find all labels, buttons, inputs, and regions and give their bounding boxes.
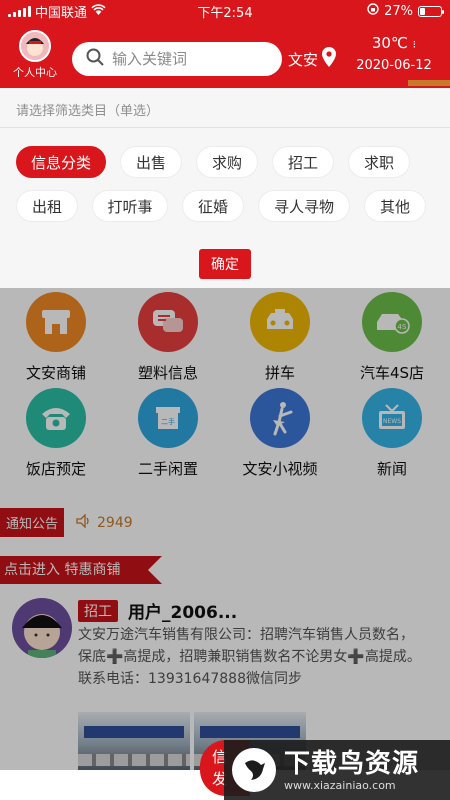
news-tv-icon: NEWS — [362, 388, 422, 448]
notice-count: 2949 — [76, 512, 133, 532]
speaker-icon — [76, 512, 92, 532]
grid-item-restaurant[interactable]: 饭店预定 — [0, 388, 112, 479]
weather-icon: ⁝ — [412, 38, 417, 51]
main-content: 文安商铺 塑料信息 拼车 4S 汽车4S店 饭店预定 二手 二手闲置 文安小视频… — [0, 288, 450, 770]
grid-label-restaurant: 饭店预定 — [25, 460, 86, 478]
filter-panel: 请选择筛选类目（单选） 信息分类 出售 求购 招工 求职 出租 打听事 征婚 寻… — [0, 88, 450, 288]
search-icon — [86, 48, 104, 70]
weather-temperature: 30℃ ⁝ — [371, 34, 417, 52]
notice-count-value: 2949 — [97, 514, 133, 531]
promo-banner[interactable]: 点击进入 特惠商铺 — [0, 556, 162, 584]
grid-label-shops: 文安商铺 — [25, 364, 86, 382]
app-header: 个人中心 文安 30℃ ⁝ 2020-06-12 — [0, 22, 450, 88]
filter-chip-lost-found[interactable]: 寻人寻物 — [258, 190, 350, 222]
filter-chip-marriage[interactable]: 征婚 — [182, 190, 244, 222]
grid-label-short-video: 文安小视频 — [242, 460, 318, 478]
svg-text:二手: 二手 — [161, 417, 175, 426]
filter-chip-inquiry[interactable]: 打听事 — [92, 190, 168, 222]
grid-label-carpool: 拼车 — [264, 364, 295, 382]
wifi-icon — [91, 4, 106, 18]
signal-icon — [8, 5, 31, 17]
post-avatar — [12, 598, 72, 658]
grid-item-short-video[interactable]: 文安小视频 — [224, 388, 336, 479]
city-name: 文安 — [288, 50, 319, 69]
secondhand-box-icon: 二手 — [138, 388, 198, 448]
filter-chip-other[interactable]: 其他 — [364, 190, 426, 222]
confirm-button[interactable]: 确定 — [199, 249, 251, 279]
city-selector[interactable]: 文安 — [288, 47, 337, 71]
battery-percent: 27% — [384, 3, 413, 19]
grid-item-car-4s[interactable]: 4S 汽车4S店 — [336, 292, 448, 383]
filter-chip-info-category[interactable]: 信息分类 — [16, 146, 106, 178]
status-right: 27% — [367, 3, 444, 19]
filter-chip-job-seek[interactable]: 求职 — [348, 146, 410, 178]
grid-item-plastics[interactable]: 塑料信息 — [112, 292, 224, 383]
grid-label-car-4s: 汽车4S店 — [359, 364, 425, 382]
post-content: 文安万途汽车销售有限公司：招聘汽车销售人员数名，保底➕高提成，招聘兼职销售数名不… — [78, 627, 421, 687]
location-pin-icon — [322, 47, 337, 71]
notice-tag: 通知公告 — [0, 508, 65, 537]
notice-bar[interactable]: 通知公告 2949 — [0, 508, 133, 537]
bird-logo-icon — [232, 748, 276, 792]
avatar — [19, 30, 51, 62]
chat-bubble-icon — [138, 292, 198, 352]
grid-item-news[interactable]: NEWS 新闻 — [336, 388, 448, 479]
post-image[interactable] — [78, 712, 190, 770]
svg-text:4S: 4S — [398, 323, 407, 331]
search-box[interactable] — [72, 42, 282, 76]
filter-row-2: 出租 打听事 征婚 寻人寻物 其他 — [0, 190, 450, 222]
search-input[interactable] — [112, 50, 262, 68]
grid-label-news: 新闻 — [376, 460, 407, 478]
watermark-text: 下载鸟资源 www.xiazainiao.com — [284, 749, 419, 792]
car-4s-icon: 4S — [362, 292, 422, 352]
taxi-icon — [250, 292, 310, 352]
rotation-lock-icon — [367, 3, 379, 19]
status-left: 中国联通 — [8, 2, 367, 21]
filter-chip-rent[interactable]: 出租 — [16, 190, 78, 222]
battery-icon — [418, 5, 444, 17]
weather-widget: 30℃ ⁝ 2020-06-12 — [342, 34, 446, 73]
grid-label-plastics: 塑料信息 — [137, 364, 198, 382]
svg-text:NEWS: NEWS — [383, 418, 401, 425]
filter-chip-sell[interactable]: 出售 — [120, 146, 182, 178]
grid-item-carpool[interactable]: 拼车 — [224, 292, 336, 383]
filter-row-1: 信息分类 出售 求购 招工 求职 — [0, 146, 450, 178]
watermark: 下载鸟资源 www.xiazainiao.com — [224, 740, 450, 800]
profile-center-label: 个人中心 — [13, 66, 57, 79]
filter-hint: 请选择筛选类目（单选） — [0, 88, 450, 128]
weather-date: 2020-06-12 — [356, 58, 432, 73]
telephone-icon — [26, 388, 86, 448]
filter-chip-recruit[interactable]: 招工 — [272, 146, 334, 178]
profile-center-button[interactable]: 个人中心 — [8, 30, 62, 80]
shop-icon — [26, 292, 86, 352]
carrier-label: 中国联通 — [35, 5, 88, 21]
grid-item-shops[interactable]: 文安商铺 — [0, 292, 112, 383]
weather-accent-bar — [408, 80, 450, 86]
dancer-icon — [250, 388, 310, 448]
post-category-tag: 招工 — [78, 600, 118, 622]
watermark-url: www.xiazainiao.com — [284, 778, 396, 792]
grid-label-secondhand: 二手闲置 — [137, 460, 198, 478]
watermark-name: 下载鸟资源 — [284, 748, 420, 779]
filter-chip-buy[interactable]: 求购 — [196, 146, 258, 178]
battery-fill — [420, 7, 426, 15]
post-username: 用户_2006... — [128, 603, 238, 623]
grid-item-secondhand[interactable]: 二手 二手闲置 — [112, 388, 224, 479]
status-bar: 中国联通 下午2:54 27% — [0, 0, 450, 22]
